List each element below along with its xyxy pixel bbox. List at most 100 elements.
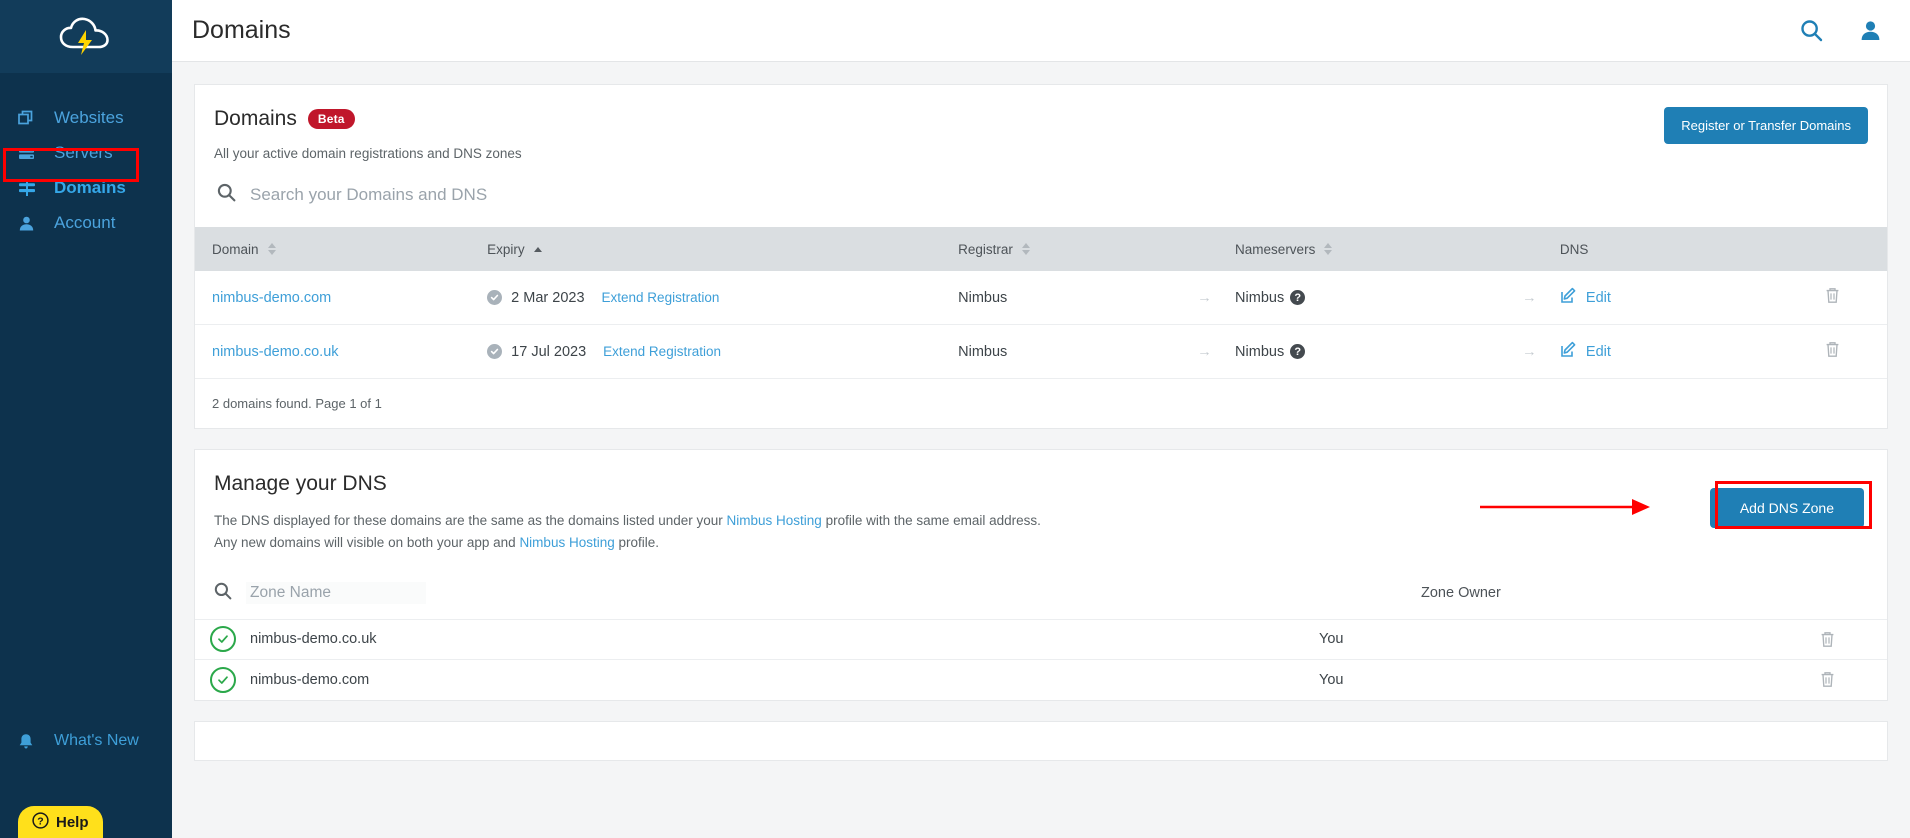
domains-search-row [214,161,1868,227]
dns-note-text: profile. [614,534,660,550]
sidebar-item-servers[interactable]: Servers [0,136,172,170]
server-icon [18,145,42,162]
next-card-partial [194,720,1888,761]
extend-registration-link[interactable]: Extend Registration [602,290,720,305]
nameservers-value: Nimbus [1235,343,1285,360]
zone-status-ok-icon [210,666,236,693]
sidebar-item-websites[interactable]: Websites [0,101,172,135]
add-dns-zone-button[interactable]: Add DNS Zone [1709,488,1864,528]
nimbus-cloud-logo [59,17,109,55]
beta-badge: Beta [307,109,355,129]
zone-owner: You [1319,631,1344,648]
column-header-domain[interactable]: Domain [195,227,487,271]
search-icon [214,582,232,605]
edit-icon[interactable] [1560,287,1577,308]
sidebar-item-label: Account [54,213,116,232]
domains-search-input[interactable] [250,185,1865,205]
column-header-spacer-2 [1499,227,1560,271]
account-person-icon[interactable] [1859,19,1882,42]
sort-icon [267,243,276,255]
manage-dns-card: Manage your DNS The DNS displayed for th… [194,449,1888,701]
column-header-nameservers[interactable]: Nameservers [1235,227,1499,271]
column-header-registrar[interactable]: Registrar [958,227,1174,271]
dns-note-text: The DNS displayed for these domains are … [214,513,727,528]
column-header-expiry[interactable]: Expiry [487,227,958,271]
whats-new-link[interactable]: What's New [18,732,139,750]
zone-name: nimbus-demo.co.uk [250,631,377,648]
zone-status-ok-icon [210,626,236,653]
app-root: Websites Servers Domains Account What's … [0,0,1910,838]
zone-owner: You [1319,671,1344,688]
list-item: nimbus-demo.co.uk You [195,620,1887,660]
sort-icon [1021,243,1030,255]
zone-owner-column-header: Zone Owner [1421,585,1501,602]
expiry-date: 2 Mar 2023 [511,289,585,306]
domains-card-title: Domains [214,107,297,130]
svg-text:?: ? [37,815,43,827]
sort-icon-ascending [533,246,542,252]
main-area: Domains Domains Beta All your active dom… [172,0,1910,838]
search-icon[interactable] [1800,19,1823,42]
delete-trash-icon[interactable] [1767,631,1887,648]
zone-search-input[interactable] [246,582,426,605]
extend-registration-link[interactable]: Extend Registration [603,344,721,359]
edit-icon[interactable] [1560,341,1577,362]
registrar-arrow-icon[interactable]: → [1174,325,1235,379]
page-title: Domains [192,16,291,44]
logo-area[interactable] [0,0,172,73]
windows-icon [18,110,42,127]
nameservers-arrow-icon[interactable]: → [1499,325,1560,379]
column-label: Domain [212,241,259,257]
verified-check-icon [487,290,503,305]
topbar: Domains [172,0,1910,62]
nameservers-value: Nimbus [1235,289,1285,306]
help-button[interactable]: ? Help [18,806,103,838]
domain-link[interactable]: nimbus-demo.co.uk [212,344,339,360]
sidebar: Websites Servers Domains Account What's … [0,0,172,838]
help-tooltip-icon[interactable]: ? [1290,344,1306,359]
delete-trash-icon[interactable] [1825,342,1840,362]
zone-search-row: Zone Owner [195,568,1887,620]
column-header-dns: DNS [1560,227,1778,271]
domains-table-body: nimbus-demo.com 2 Mar 2023 Extend Regist… [195,271,1887,379]
dns-edit-link[interactable]: Edit [1586,344,1611,360]
sidebar-item-domains[interactable]: Domains [0,171,172,205]
help-label: Help [56,813,89,831]
domains-table: Domain Expiry Registrar Nameservers DNS … [195,227,1887,379]
nimbus-hosting-link[interactable]: Nimbus Hosting [519,535,614,550]
delete-trash-icon[interactable] [1767,671,1887,688]
annotation-arrow [1480,499,1650,515]
domains-table-head: Domain Expiry Registrar Nameservers DNS [195,227,1887,271]
column-label: Nameservers [1235,241,1316,257]
sidebar-item-label: Domains [54,178,126,197]
dns-note-text: Any new domains will visible on both you… [214,534,520,550]
sidebar-item-label: Servers [54,143,113,162]
sidebar-item-account[interactable]: Account [0,206,172,240]
topbar-actions [1800,19,1882,42]
whats-new-label: What's New [54,732,139,749]
column-label: Expiry [487,241,525,257]
dns-edit-link[interactable]: Edit [1586,290,1611,306]
dns-card-title: Manage your DNS [214,472,387,495]
help-tooltip-icon[interactable]: ? [1290,290,1306,305]
domains-card-title-row: Domains Beta [214,107,1664,131]
column-header-spacer-1 [1174,227,1235,271]
search-icon [217,183,236,207]
domain-link[interactable]: nimbus-demo.com [212,290,331,306]
person-icon [18,215,42,232]
verified-check-icon [487,344,503,359]
delete-trash-icon[interactable] [1825,288,1840,308]
dns-note-text: profile with the same email address. [821,513,1041,528]
sidebar-nav: Websites Servers Domains Account [0,73,172,241]
sort-icon [1324,243,1333,255]
register-or-transfer-domains-button[interactable]: Register or Transfer Domains [1664,107,1868,144]
domains-table-header-row: Domain Expiry Registrar Nameservers DNS [195,227,1887,271]
domains-card: Domains Beta All your active domain regi… [194,84,1888,429]
nameservers-arrow-icon[interactable]: → [1499,271,1560,325]
dns-note-line-2: Any new domains will visible on both you… [214,532,1710,554]
table-row: nimbus-demo.co.uk 17 Jul 2023 Extend Reg… [195,325,1887,379]
registrar-arrow-icon[interactable]: → [1174,271,1235,325]
registrar-value: Nimbus [958,289,1008,306]
nimbus-hosting-link[interactable]: Nimbus Hosting [727,513,822,528]
registrar-value: Nimbus [958,343,1008,360]
